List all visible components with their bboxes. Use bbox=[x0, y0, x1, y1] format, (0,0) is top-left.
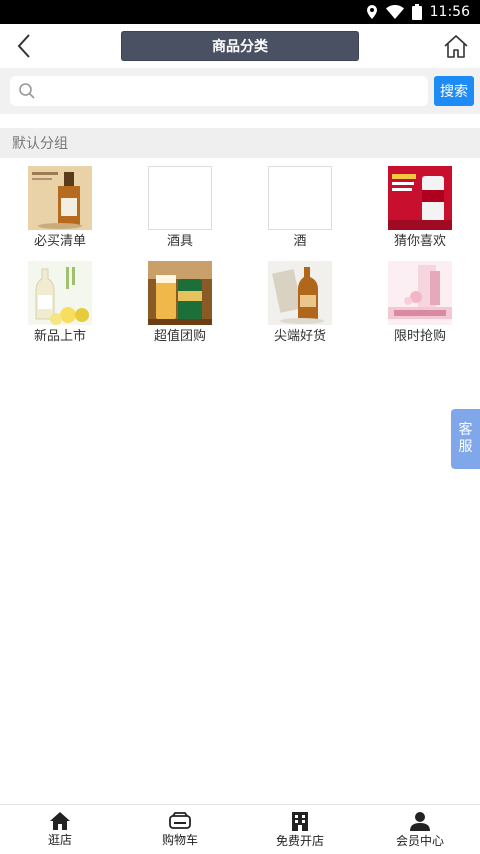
category-label: 酒具 bbox=[166, 234, 193, 249]
category-label: 猜你喜欢 bbox=[393, 234, 446, 249]
customer-service-button[interactable]: 客 服 bbox=[451, 409, 480, 469]
status-bar: 11:56 bbox=[0, 0, 480, 24]
status-time: 11:56 bbox=[429, 4, 470, 20]
again-gift-image bbox=[388, 261, 452, 325]
category-label: 尖端好货 bbox=[273, 329, 326, 344]
user-icon bbox=[410, 811, 430, 831]
bottom-tab-bar: 逛店 购物车 免费开店 会员中心 bbox=[0, 804, 480, 854]
category-label: 新品上市 bbox=[33, 329, 86, 344]
category-item[interactable]: 酒具 bbox=[120, 166, 240, 251]
tab-label: 购物车 bbox=[161, 832, 198, 847]
search-bar: 搜索 bbox=[0, 68, 480, 114]
category-grid: 必买清单 酒具 酒 猜你喜欢 新品上市 超值团购 尖端好货 限时抢购 bbox=[0, 158, 480, 346]
search-input[interactable] bbox=[42, 77, 428, 105]
chevron-left-icon bbox=[17, 34, 30, 58]
tab-label: 逛店 bbox=[47, 832, 72, 847]
category-label: 超值团购 bbox=[153, 329, 206, 344]
tab-member[interactable]: 会员中心 bbox=[360, 805, 480, 854]
back-button[interactable] bbox=[8, 30, 40, 62]
top-nav: 商品分类 bbox=[0, 24, 480, 68]
home-outline-icon bbox=[444, 35, 468, 58]
whisky-box-image bbox=[268, 261, 332, 325]
wifi-icon bbox=[385, 5, 404, 19]
tab-shop[interactable]: 逛店 bbox=[0, 805, 120, 854]
customer-service-label-2: 服 bbox=[458, 439, 473, 455]
page-title: 商品分类 bbox=[121, 31, 359, 61]
tab-open-store[interactable]: 免费开店 bbox=[240, 805, 360, 854]
building-icon bbox=[292, 811, 308, 831]
category-item[interactable]: 限时抢购 bbox=[360, 261, 480, 346]
home-button[interactable] bbox=[440, 30, 472, 62]
category-item[interactable]: 猜你喜欢 bbox=[360, 166, 480, 251]
sake-bottle-image bbox=[28, 261, 92, 325]
battery-icon bbox=[411, 4, 422, 20]
search-box bbox=[10, 76, 428, 106]
search-button[interactable]: 搜索 bbox=[434, 76, 474, 106]
home-icon bbox=[50, 811, 70, 830]
empty-image bbox=[148, 166, 212, 230]
tab-label: 会员中心 bbox=[395, 833, 444, 848]
cart-icon bbox=[169, 811, 191, 829]
category-label: 酒 bbox=[293, 234, 307, 249]
whisky-bottle-image bbox=[28, 166, 92, 230]
location-icon bbox=[366, 5, 377, 19]
category-item[interactable]: 酒 bbox=[240, 166, 360, 251]
category-item[interactable]: 超值团购 bbox=[120, 261, 240, 346]
category-label: 限时抢购 bbox=[393, 329, 446, 344]
category-item[interactable]: 必买清单 bbox=[0, 166, 120, 251]
customer-service-label-1: 客 bbox=[458, 422, 473, 438]
empty-image bbox=[268, 166, 332, 230]
group-title: 默认分组 bbox=[0, 128, 480, 158]
beer-glass-image bbox=[148, 261, 212, 325]
category-item[interactable]: 尖端好货 bbox=[240, 261, 360, 346]
search-icon bbox=[19, 83, 35, 99]
category-item[interactable]: 新品上市 bbox=[0, 261, 120, 346]
tab-cart[interactable]: 购物车 bbox=[120, 805, 240, 854]
beer-can-promo-image bbox=[388, 166, 452, 230]
tab-label: 免费开店 bbox=[275, 833, 324, 848]
category-label: 必买清单 bbox=[33, 234, 86, 249]
